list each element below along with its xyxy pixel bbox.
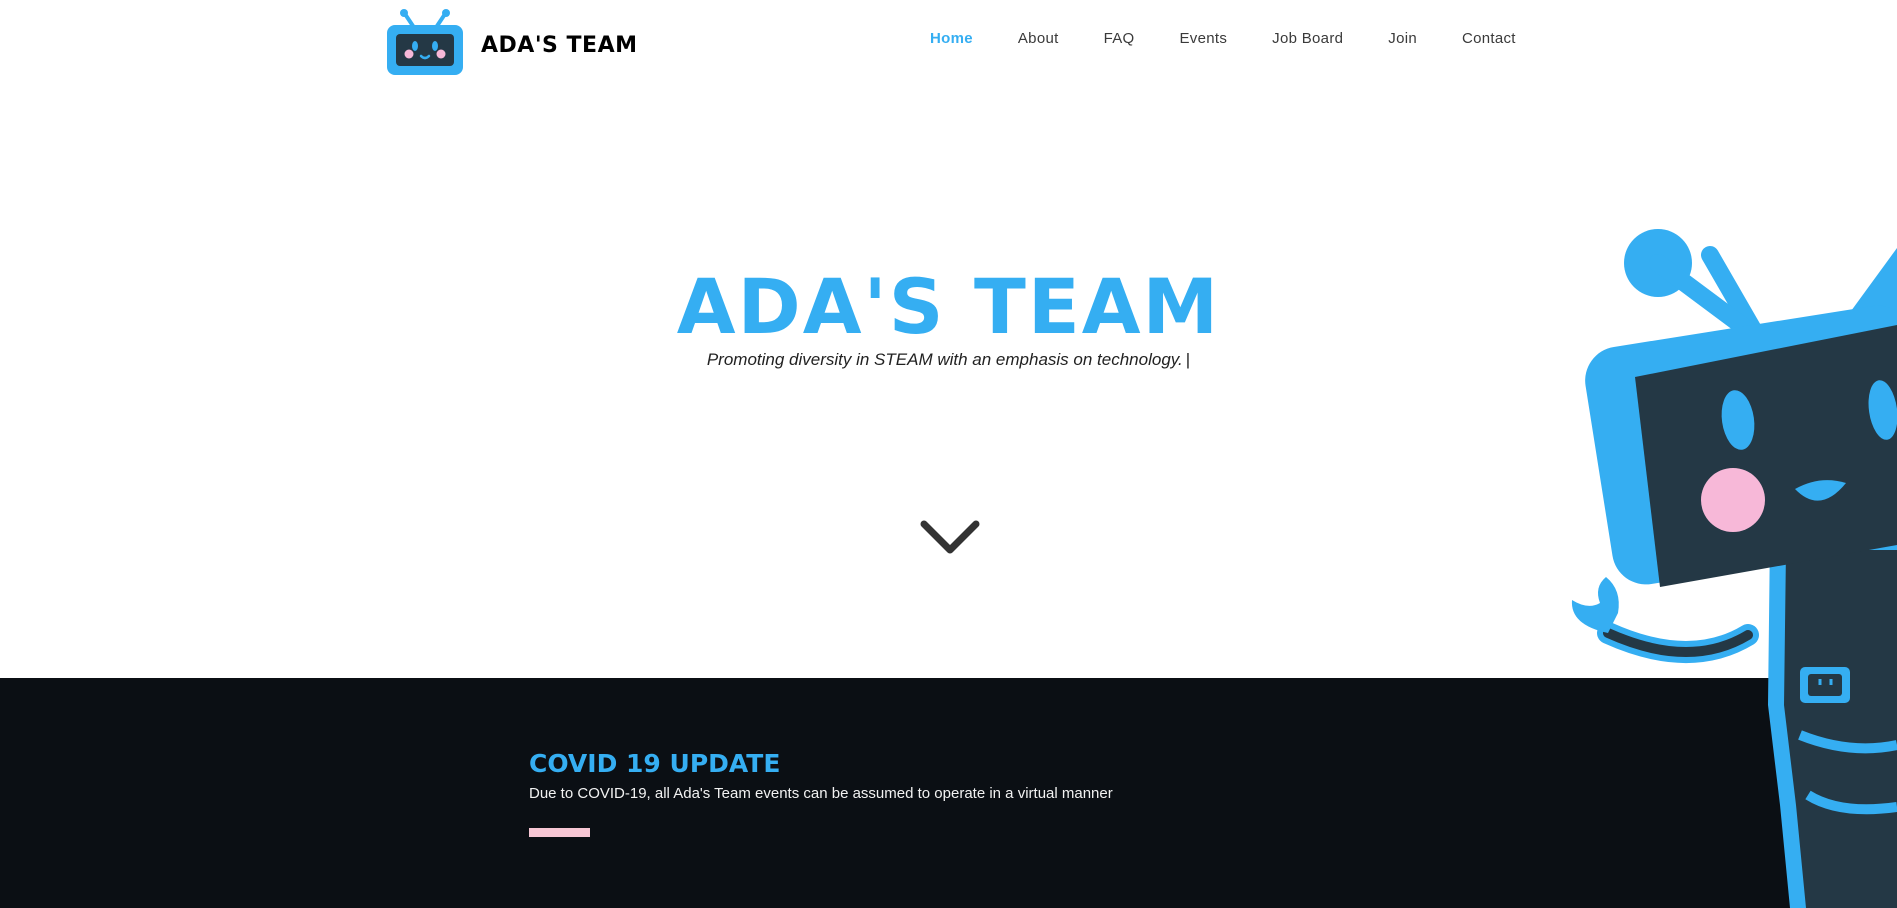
robot-tv-logo-icon xyxy=(387,9,463,75)
typing-cursor: | xyxy=(1185,350,1191,369)
nav-item-home[interactable]: Home xyxy=(930,30,973,47)
robot-mascot-icon xyxy=(1571,229,1897,908)
nav-item-contact[interactable]: Contact xyxy=(1462,30,1516,47)
brand-name: ADA'S TEAM xyxy=(481,32,638,58)
site-header: ADA'S TEAM Home About FAQ Events Job Boa… xyxy=(0,0,1897,90)
nav-item-about[interactable]: About xyxy=(1018,30,1059,47)
covid-title: COVID 19 UPDATE xyxy=(529,749,781,778)
nav-item-job-board[interactable]: Job Board xyxy=(1272,30,1343,47)
home-logo-link[interactable]: ADA'S TEAM xyxy=(385,8,638,78)
accent-divider xyxy=(529,828,590,837)
main-nav: Home About FAQ Events Job Board Join Con… xyxy=(930,30,1561,47)
nav-item-events[interactable]: Events xyxy=(1180,30,1228,47)
chevron-down-icon[interactable] xyxy=(918,518,982,560)
nav-item-faq[interactable]: FAQ xyxy=(1104,30,1135,47)
hero-subtitle-text: Promoting diversity in STEAM with an emp… xyxy=(706,350,1183,369)
nav-item-join[interactable]: Join xyxy=(1388,30,1417,47)
covid-text: Due to COVID-19, all Ada's Team events c… xyxy=(529,785,1113,802)
